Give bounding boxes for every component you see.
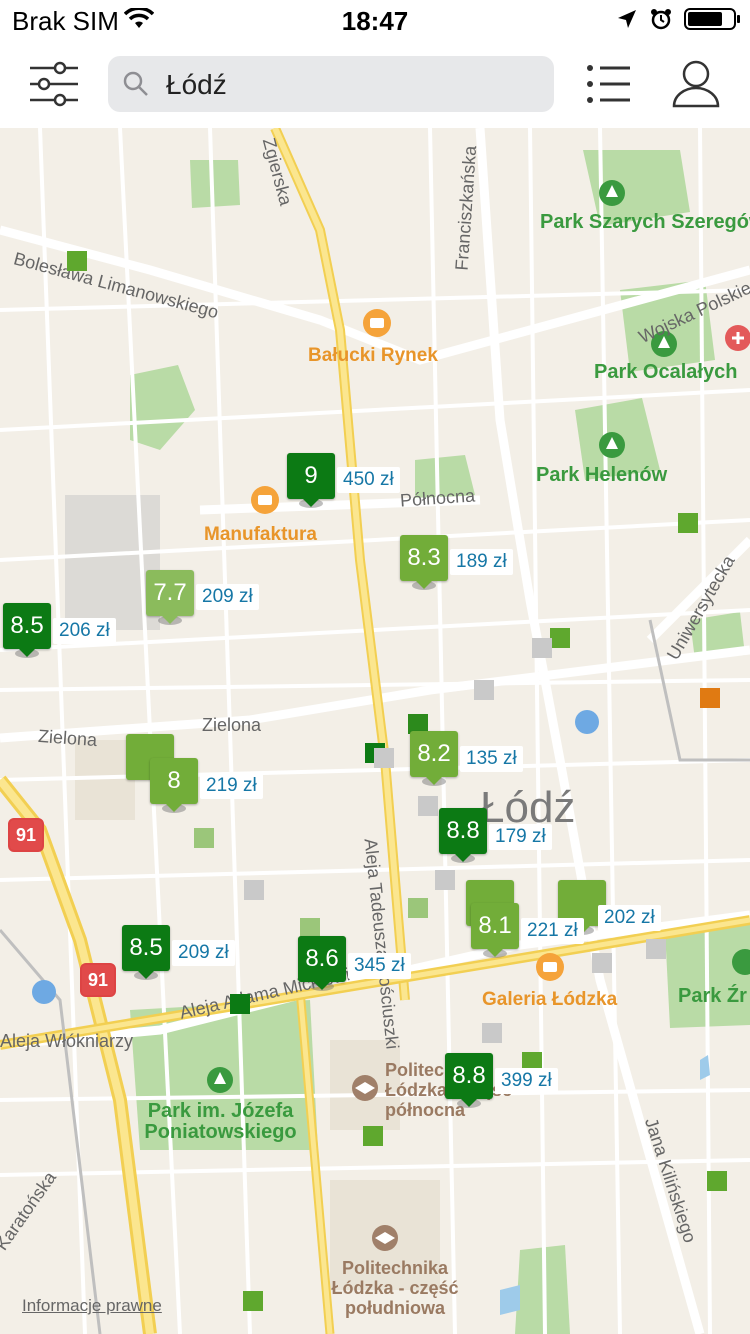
- rating-badge: 9: [287, 453, 335, 499]
- price-tag[interactable]: 345 zł: [348, 953, 411, 979]
- map-square-marker[interactable]: [194, 828, 214, 848]
- map-square-marker[interactable]: [550, 628, 570, 648]
- hotel-marker[interactable]: 8.8: [445, 1053, 493, 1108]
- top-toolbar: [0, 40, 750, 128]
- park-label-poniatowskiego: Park im. Józefa Poniatowskiego: [144, 1100, 297, 1143]
- map-square-marker[interactable]: [592, 953, 612, 973]
- rating-badge: 8.5: [3, 603, 51, 649]
- hotel-marker[interactable]: 8: [150, 758, 198, 813]
- map-square-marker[interactable]: [482, 1023, 502, 1043]
- map-square-marker[interactable]: [646, 939, 666, 959]
- rating-badge: 8.8: [439, 808, 487, 854]
- price-tag[interactable]: 450 zł: [337, 467, 400, 493]
- rating-badge: 8.2: [410, 731, 458, 777]
- alarm-icon: [651, 9, 671, 30]
- poi-label-politechnika-s: Politechnika Łódzka - część południowa: [331, 1258, 459, 1318]
- hotel-marker[interactable]: 8.8: [439, 808, 487, 863]
- route-shield-91: 91: [8, 818, 44, 852]
- route-shield-91-b: 91: [80, 963, 116, 997]
- hotel-marker[interactable]: 8.6: [298, 936, 346, 991]
- street-zielona-1: Zielona: [202, 715, 262, 735]
- location-arrow-icon: [618, 10, 636, 28]
- price-tag[interactable]: 189 zł: [450, 549, 513, 575]
- rating-badge: 7.7: [146, 570, 194, 616]
- map-square-marker[interactable]: [374, 748, 394, 768]
- poi-label-manufaktura: Manufaktura: [204, 524, 317, 545]
- user-profile-icon[interactable]: [666, 54, 726, 114]
- legal-info-link[interactable]: Informacje prawne: [22, 1296, 162, 1316]
- hotel-marker[interactable]: 7.7: [146, 570, 194, 625]
- street-wlokniarzy: Aleja Włókniarzy: [0, 1031, 134, 1051]
- map-square-marker[interactable]: [408, 898, 428, 918]
- hotel-marker[interactable]: 8.3: [400, 535, 448, 590]
- price-tag[interactable]: 219 zł: [200, 773, 263, 799]
- filter-sliders-icon[interactable]: [24, 54, 84, 114]
- hotel-marker[interactable]: 8.2: [410, 731, 458, 786]
- park-label-ocalalych: Park Ocalałych: [594, 361, 738, 383]
- map-square-marker[interactable]: [678, 513, 698, 533]
- price-tag[interactable]: 399 zł: [495, 1068, 558, 1094]
- price-tag[interactable]: 135 zł: [460, 746, 523, 772]
- map-square-marker[interactable]: [67, 251, 87, 271]
- search-input[interactable]: [164, 64, 538, 106]
- map-square-marker[interactable]: [700, 688, 720, 708]
- hotel-marker[interactable]: 8.5: [122, 925, 170, 980]
- map-square-marker[interactable]: [243, 1291, 263, 1311]
- price-tag[interactable]: 209 zł: [172, 940, 235, 966]
- list-view-icon[interactable]: [580, 54, 640, 114]
- price-tag[interactable]: 206 zł: [53, 618, 116, 644]
- rating-badge: 8: [150, 758, 198, 804]
- rating-badge: 8.5: [122, 925, 170, 971]
- hotel-marker[interactable]: 8.5: [3, 603, 51, 658]
- status-bar: Brak SIM 18:47: [0, 0, 750, 40]
- map-square-marker[interactable]: [435, 870, 455, 890]
- map-square-marker[interactable]: [230, 994, 250, 1014]
- hotel-marker[interactable]: 8.1: [471, 903, 519, 958]
- rating-badge: 8.8: [445, 1053, 493, 1099]
- price-tag[interactable]: 209 zł: [196, 584, 259, 610]
- poi-label-balucki-rynek: Bałucki Rynek: [308, 345, 438, 366]
- map-square-marker[interactable]: [363, 1126, 383, 1146]
- map-square-marker[interactable]: [244, 880, 264, 900]
- price-tag[interactable]: 202 zł: [598, 905, 661, 931]
- hotel-marker[interactable]: 9: [287, 453, 335, 508]
- price-tag[interactable]: 221 zł: [521, 918, 584, 944]
- map-square-marker[interactable]: [418, 796, 438, 816]
- map-base: [0, 128, 750, 1334]
- map-square-marker[interactable]: [300, 918, 320, 938]
- search-bar[interactable]: [108, 56, 554, 112]
- battery-icon: [684, 8, 740, 30]
- price-tag[interactable]: 179 zł: [489, 824, 552, 850]
- map-square-marker[interactable]: [532, 638, 552, 658]
- park-label-helenow: Park Helenów: [536, 464, 668, 486]
- poi-label-galeria-lodzka: Galeria Łódzka: [482, 989, 618, 1010]
- map-square-marker[interactable]: [707, 1171, 727, 1191]
- park-label-zrodliska: Park Źr: [678, 985, 747, 1007]
- rating-badge: 8.3: [400, 535, 448, 581]
- search-icon: [123, 71, 148, 96]
- rating-badge: 8.1: [471, 903, 519, 949]
- park-label-szarych: Park Szarych Szeregów: [540, 211, 750, 233]
- rating-badge: 8.6: [298, 936, 346, 982]
- map-view[interactable]: Park Szarych Szeregów Park Ocalałych Par…: [0, 128, 750, 1334]
- street-zielona-2: Zielona: [37, 725, 98, 751]
- map-square-marker[interactable]: [474, 680, 494, 700]
